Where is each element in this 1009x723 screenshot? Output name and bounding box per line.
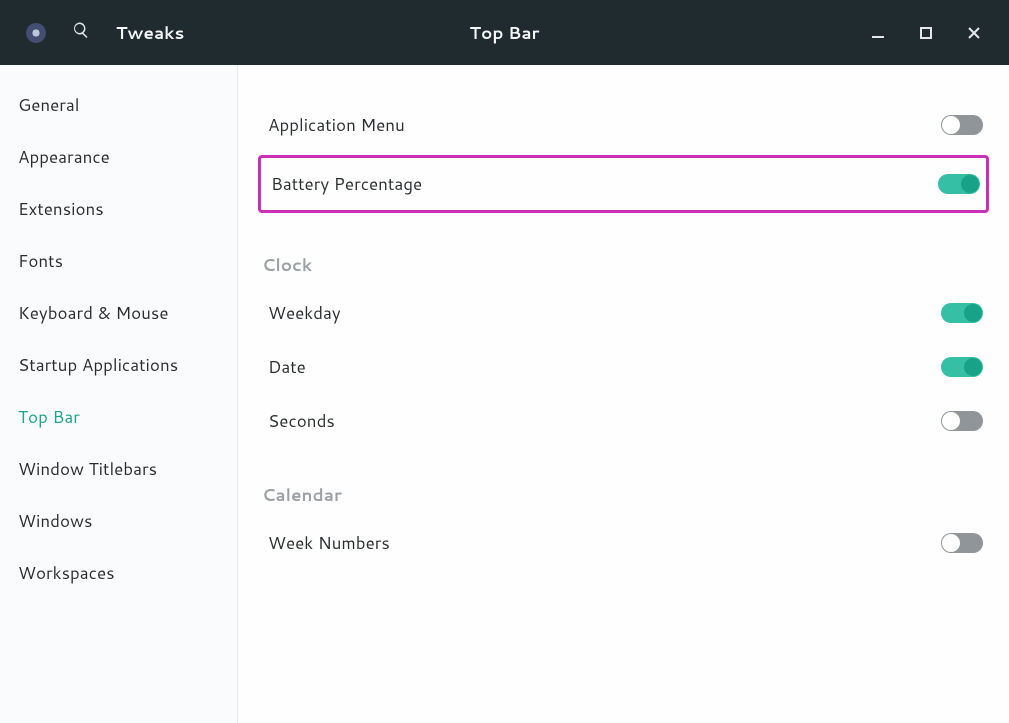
sidebar-item-label: Workspaces bbox=[18, 561, 115, 585]
sidebar-item-label: Appearance bbox=[18, 145, 110, 169]
setting-row-date: Date bbox=[258, 343, 989, 391]
setting-label: Weekday bbox=[268, 301, 341, 325]
maximize-button[interactable] bbox=[919, 26, 933, 40]
toggle-weekday[interactable] bbox=[941, 303, 983, 323]
app-logo-icon bbox=[26, 23, 46, 43]
sidebar-item-window-titlebars[interactable]: Window Titlebars bbox=[0, 443, 237, 495]
setting-row-application-menu: Application Menu bbox=[258, 101, 989, 149]
setting-row-seconds: Seconds bbox=[258, 397, 989, 445]
setting-label: Week Numbers bbox=[268, 531, 390, 555]
setting-label: Date bbox=[268, 355, 306, 379]
setting-label: Application Menu bbox=[268, 113, 405, 137]
setting-label: Battery Percentage bbox=[271, 172, 422, 196]
sidebar-item-label: Startup Applications bbox=[18, 353, 178, 377]
sidebar-item-fonts[interactable]: Fonts bbox=[0, 235, 237, 287]
setting-label: Seconds bbox=[268, 409, 335, 433]
toggle-date[interactable] bbox=[941, 357, 983, 377]
setting-row-battery-percentage: Battery Percentage bbox=[269, 164, 982, 204]
toggle-application-menu[interactable] bbox=[941, 115, 983, 135]
toggle-week-numbers[interactable] bbox=[941, 533, 983, 553]
sidebar-item-keyboard-mouse[interactable]: Keyboard & Mouse bbox=[0, 287, 237, 339]
sidebar-item-label: General bbox=[18, 93, 79, 117]
setting-row-week-numbers: Week Numbers bbox=[258, 519, 989, 567]
setting-row-weekday: Weekday bbox=[258, 289, 989, 337]
toggle-battery-percentage[interactable] bbox=[938, 174, 980, 194]
panel-title: Top Bar bbox=[470, 21, 540, 45]
titlebar: Tweaks Top Bar bbox=[0, 0, 1009, 65]
search-icon[interactable] bbox=[72, 21, 90, 45]
main-panel: Application Menu Battery Percentage Cloc… bbox=[238, 65, 1009, 723]
section-header-clock: Clock bbox=[258, 221, 989, 283]
minimize-button[interactable] bbox=[871, 26, 885, 40]
sidebar-item-startup-applications[interactable]: Startup Applications bbox=[0, 339, 237, 391]
sidebar-item-top-bar[interactable]: Top Bar bbox=[0, 391, 237, 443]
sidebar-item-label: Windows bbox=[18, 509, 92, 533]
sidebar-item-windows[interactable]: Windows bbox=[0, 495, 237, 547]
sidebar-item-label: Keyboard & Mouse bbox=[18, 301, 169, 325]
sidebar-item-appearance[interactable]: Appearance bbox=[0, 131, 237, 183]
sidebar-item-label: Window Titlebars bbox=[18, 457, 157, 481]
sidebar-item-general[interactable]: General bbox=[0, 79, 237, 131]
sidebar-item-label: Fonts bbox=[18, 249, 63, 273]
sidebar-item-label: Top Bar bbox=[18, 405, 80, 429]
close-button[interactable] bbox=[967, 26, 981, 40]
toggle-seconds[interactable] bbox=[941, 411, 983, 431]
app-title: Tweaks bbox=[116, 21, 184, 45]
sidebar-item-workspaces[interactable]: Workspaces bbox=[0, 547, 237, 599]
highlighted-setting: Battery Percentage bbox=[258, 155, 989, 213]
section-header-calendar: Calendar bbox=[258, 451, 989, 513]
sidebar-item-label: Extensions bbox=[18, 197, 104, 221]
sidebar: General Appearance Extensions Fonts Keyb… bbox=[0, 65, 238, 723]
sidebar-item-extensions[interactable]: Extensions bbox=[0, 183, 237, 235]
